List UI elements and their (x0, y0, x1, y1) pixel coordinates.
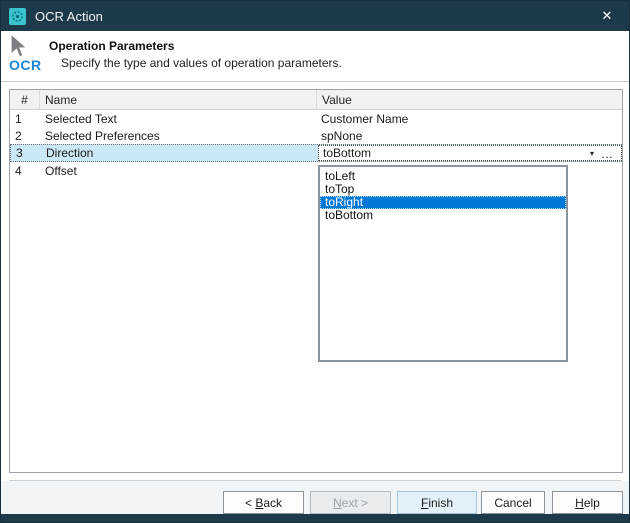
wizard-header: OCR Operation Parameters Specify the typ… (1, 31, 629, 82)
row-name: Selected Text (40, 110, 317, 127)
back-label: < (245, 496, 255, 510)
close-icon: ✕ (602, 8, 613, 24)
page-title: Operation Parameters (49, 39, 174, 53)
ocr-action-dialog: OCR Action ✕ OCR Operation Parameters Sp… (0, 0, 630, 523)
row-value[interactable]: Customer Name (317, 110, 622, 127)
window-title: OCR Action (35, 9, 103, 24)
footer: < Back Next > Finish Cancel Help (1, 481, 629, 516)
app-icon (9, 8, 26, 25)
row-number: 4 (10, 162, 40, 179)
row-value[interactable]: spNone (317, 127, 622, 144)
next-button: Next > (310, 491, 391, 514)
column-header-number[interactable]: # (10, 90, 40, 109)
ocr-logo-text: OCR (9, 57, 50, 73)
finish-button[interactable]: Finish (397, 491, 477, 514)
page-subtitle: Specify the type and values of operation… (61, 56, 342, 70)
row-number: 2 (10, 127, 40, 144)
column-header-value[interactable]: Value (317, 90, 622, 109)
row-number: 1 (10, 110, 40, 127)
window-bottom-edge (1, 514, 629, 522)
direction-current-value: toBottom (323, 146, 371, 160)
grid-header-row: # Name Value (10, 90, 622, 110)
dropdown-option-tobottom[interactable]: toBottom (320, 209, 566, 222)
ocr-logo: OCR (8, 33, 50, 73)
direction-dropdown-list: toLeft toTop toRight toBottom (318, 165, 568, 362)
dropdown-arrow-icon[interactable]: ▾ (590, 150, 594, 158)
close-button[interactable]: ✕ (593, 1, 621, 31)
ellipsis-button[interactable]: … (601, 147, 614, 161)
cursor-arrow-icon (8, 33, 32, 59)
table-row-selected-preferences[interactable]: 2 Selected Preferences spNone (10, 127, 622, 144)
cancel-button[interactable]: Cancel (481, 491, 545, 514)
back-button[interactable]: < Back (223, 491, 304, 514)
help-button[interactable]: Help (552, 491, 623, 514)
dropdown-option-toleft[interactable]: toLeft (320, 170, 566, 183)
column-header-name[interactable]: Name (40, 90, 317, 109)
row-name: Direction (41, 145, 318, 161)
table-row-selected-text[interactable]: 1 Selected Text Customer Name (10, 110, 622, 127)
row-name: Offset (40, 162, 317, 179)
row-number: 3 (11, 145, 41, 161)
table-row-direction[interactable]: 3 Direction toBottom ▾ … (10, 144, 622, 162)
titlebar: OCR Action ✕ (1, 1, 629, 31)
row-name: Selected Preferences (40, 127, 317, 144)
direction-value-cell[interactable]: toBottom ▾ … (318, 145, 622, 161)
